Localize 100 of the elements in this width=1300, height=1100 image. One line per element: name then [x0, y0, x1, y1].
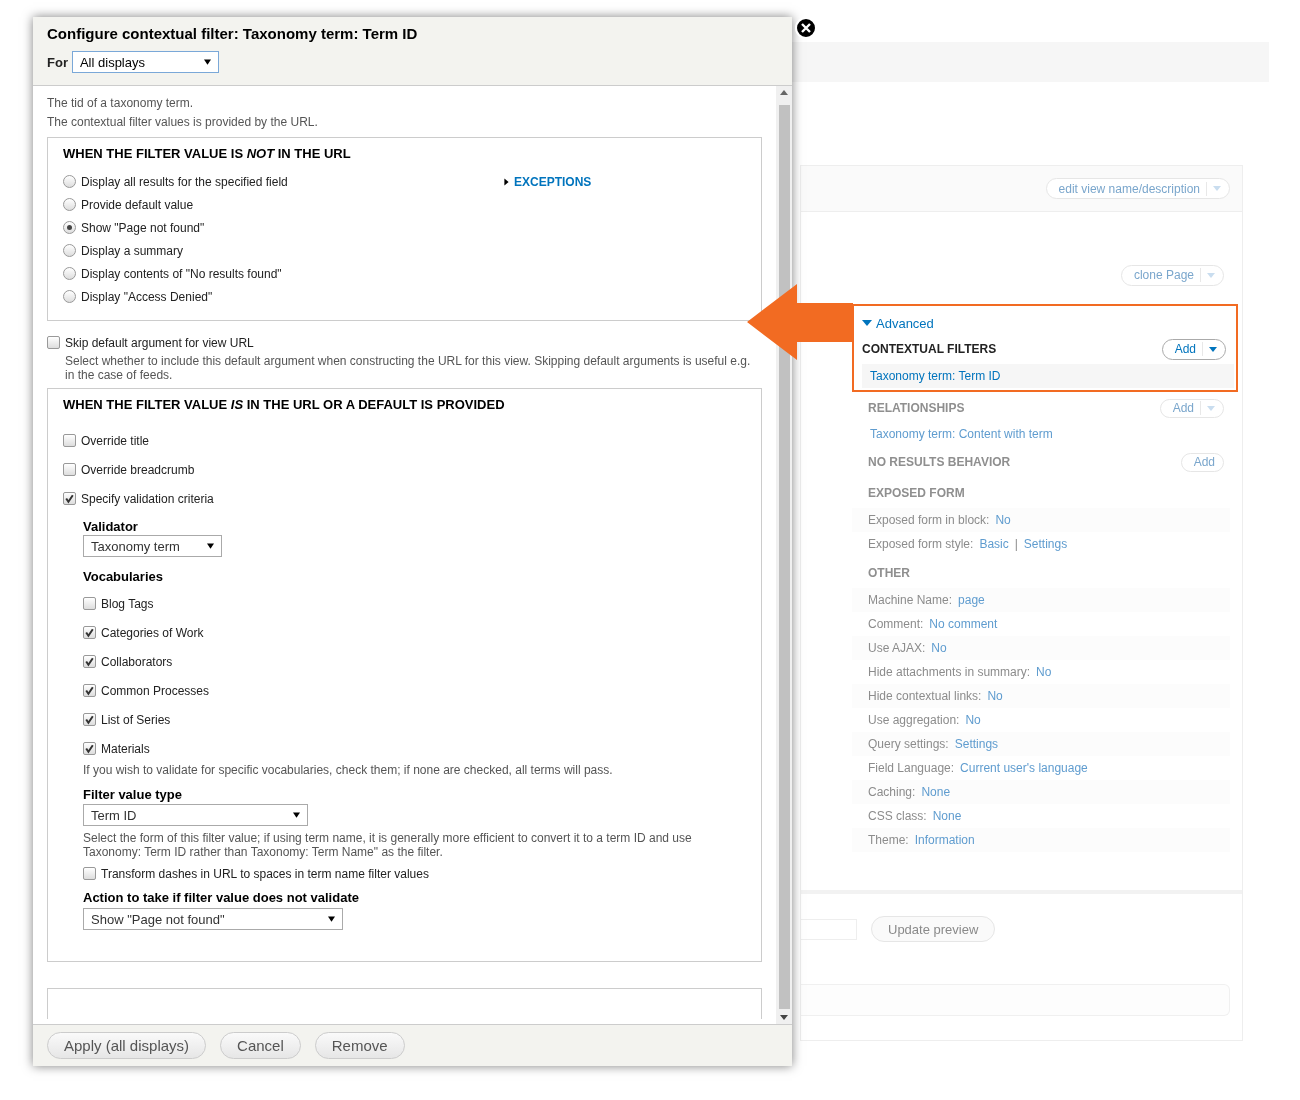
setting-label: Use AJAX: [868, 641, 926, 655]
setting-label: Hide contextual links: [868, 689, 982, 703]
setting-link[interactable]: No [987, 689, 1003, 703]
clone-button[interactable]: clone Page [1120, 264, 1224, 286]
checkbox-label: Blog Tags [101, 596, 154, 611]
section-heading: OTHER [868, 566, 910, 580]
radio-button[interactable] [63, 175, 76, 188]
checkbox[interactable] [83, 626, 96, 639]
scroll-up-icon[interactable] [780, 90, 788, 95]
checkbox[interactable] [47, 336, 60, 349]
scroll-down-icon[interactable] [780, 1015, 788, 1020]
filter-link[interactable]: Taxonomy term: Term ID [870, 369, 1001, 383]
radio-button[interactable] [63, 290, 76, 303]
checkbox[interactable] [83, 597, 96, 610]
checkbox-label: Transform dashes in URL to spaces in term name filter values [101, 866, 429, 881]
checkbox-label: List of Series [101, 712, 171, 727]
section-heading: EXPOSED FORM [868, 486, 965, 500]
setting-link[interactable]: No [995, 513, 1011, 527]
exceptions-link[interactable]: EXCEPTIONS [514, 174, 592, 189]
setting-link[interactable]: Basic [979, 537, 1009, 551]
radio-button[interactable] [63, 267, 76, 280]
scrollbar-thumb[interactable] [778, 105, 790, 1009]
checkbox[interactable] [83, 867, 96, 880]
caret-icon [293, 812, 300, 818]
section-heading: NO RESULTS BEHAVIOR [868, 455, 1011, 469]
close-button[interactable] [795, 17, 817, 39]
add-button[interactable]: Add [1161, 338, 1226, 360]
setting-link[interactable]: Information [914, 833, 975, 847]
caret-icon [1209, 346, 1217, 352]
checkbox-label: Materials [101, 741, 150, 756]
setting-label: Comment: [868, 617, 924, 631]
checkbox[interactable] [63, 463, 76, 476]
fieldset-heading: WHEN THE FILTER VALUE IS IN THE URL OR A DEFAULT IS PROVIDED [63, 397, 506, 412]
setting-label: Field Language: [868, 761, 955, 775]
setting-link[interactable]: Settings [1023, 537, 1068, 551]
checkbox-label: Specify validation criteria [81, 491, 214, 506]
display-select[interactable]: All displays [71, 51, 219, 73]
setting-label: Theme: [868, 833, 909, 847]
help-text: Select the form of this filter value; if using term name, it is generally more efficient to convert it to a term ID and use Taxonomy: Term ID rather than Taxonomy: Term Name" as the filter. [83, 831, 693, 859]
radio-button[interactable] [63, 244, 76, 257]
add-button[interactable]: Add [1180, 452, 1224, 472]
field-label: Vocabularies [83, 569, 164, 585]
radio-button[interactable] [63, 198, 76, 211]
separator: | [1014, 537, 1018, 551]
scrollbar[interactable] [776, 86, 792, 1024]
setting-link[interactable]: None [921, 785, 951, 799]
caret-icon [328, 916, 335, 922]
caret-icon [1213, 186, 1221, 191]
option-label: Display "Access Denied" [81, 289, 213, 304]
dialog-button[interactable]: Apply (all displays) [47, 1032, 207, 1059]
setting-label: Machine Name: [868, 593, 953, 607]
checkbox[interactable] [83, 713, 96, 726]
add-button[interactable]: Add [1159, 398, 1224, 418]
setting-link[interactable]: No [931, 641, 947, 655]
description-text: The tid of a taxonomy term. [47, 96, 195, 112]
checkbox-label: Override title [81, 433, 150, 448]
help-text: If you wish to validate for specific vocabularies, check them; if none are checked, all terms will pass. [83, 763, 614, 777]
option-label: Display contents of "No results found" [81, 266, 282, 281]
validator-select[interactable]: Taxonomy term [83, 535, 222, 557]
setting-link[interactable]: None [932, 809, 962, 823]
edit-view-button[interactable]: edit view name/description [1045, 178, 1230, 199]
setting-link[interactable]: No comment [929, 617, 998, 631]
checkbox[interactable] [83, 684, 96, 697]
field-label: For [47, 54, 68, 70]
field-label: Validator [83, 519, 139, 535]
checkbox[interactable] [83, 655, 96, 668]
setting-label: Caching: [868, 785, 916, 799]
dialog-button[interactable]: Remove [314, 1032, 405, 1059]
setting-link[interactable]: page [958, 593, 985, 607]
option-label: Provide default value [81, 197, 194, 212]
fieldset-heading: WHEN THE FILTER VALUE IS NOT IN THE URL [63, 146, 352, 161]
setting-label: Exposed form in block: [868, 513, 990, 527]
checkbox-label: Skip default argument for view URL [65, 335, 254, 350]
option-label: Show "Page not found" [81, 220, 205, 235]
action-select[interactable]: Show "Page not found" [83, 908, 343, 930]
setting-label: Query settings: [868, 737, 949, 751]
update-preview-button[interactable]: Update preview [871, 916, 996, 942]
setting-link[interactable]: Current user's language [960, 761, 1088, 775]
option-label: Display a summary [81, 243, 184, 258]
description-text: The contextual filter values is provided by the URL. [47, 115, 319, 131]
checkbox[interactable] [63, 434, 76, 447]
field-label: Filter value type [83, 787, 183, 804]
checkbox[interactable] [83, 742, 96, 755]
checkbox-label: Categories of Work [101, 625, 204, 640]
filter-type-select[interactable]: Term ID [83, 804, 308, 826]
radio-button[interactable] [63, 221, 76, 234]
setting-link[interactable]: Settings [954, 737, 999, 751]
field-label: Action to take if filter value does not validate [83, 890, 360, 907]
setting-label: CSS class: [868, 809, 927, 823]
dialog-button[interactable]: Cancel [220, 1032, 301, 1059]
caret-icon [203, 59, 211, 65]
relationship-link[interactable]: Taxonomy term: Content with term [870, 427, 1053, 441]
help-text: Select whether to include this default argument when constructing the URL for this view. Skipping default arguments is useful e.g. in the case of feeds. [64, 354, 752, 382]
option-label: Display all results for the specified field [81, 174, 288, 189]
setting-link[interactable]: No [965, 713, 981, 727]
caret-icon [207, 543, 214, 549]
checkbox[interactable] [63, 492, 76, 505]
checkbox-label: Override breadcrumb [81, 462, 195, 477]
setting-link[interactable]: No [1036, 665, 1052, 679]
advanced-link[interactable]: Advanced [876, 315, 934, 331]
